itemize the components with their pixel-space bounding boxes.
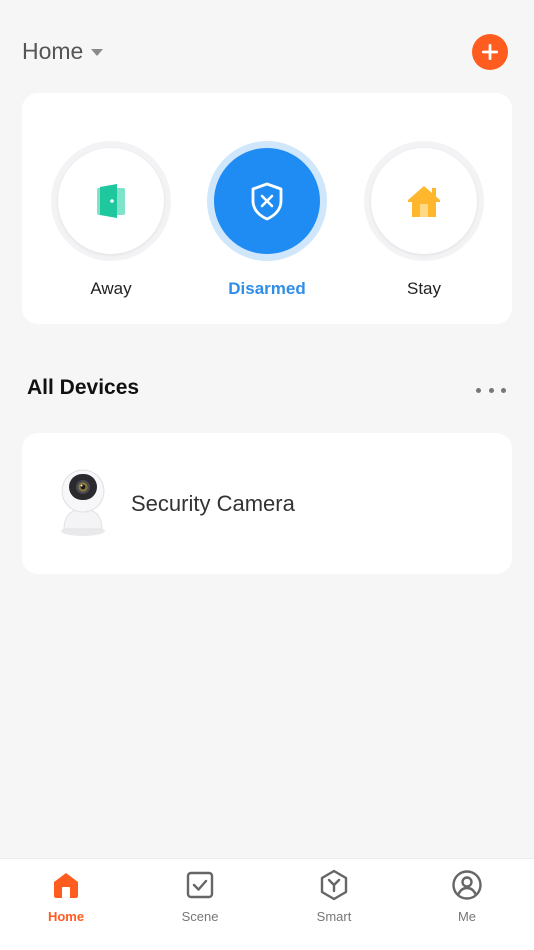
- home-title: Home: [22, 38, 84, 64]
- header: Home: [0, 0, 534, 90]
- tab-smart[interactable]: Smart: [284, 869, 384, 939]
- profile-icon: [452, 870, 482, 900]
- mode-disarmed-button[interactable]: [214, 148, 320, 254]
- mode-away[interactable]: Away: [51, 141, 171, 311]
- smart-cube-icon: [320, 869, 348, 901]
- home-selector[interactable]: Home: [22, 38, 104, 65]
- tab-bar: Home Scene Smart Me: [0, 858, 534, 950]
- house-icon: [408, 186, 440, 217]
- home-tab-icon-wrap: [50, 869, 82, 901]
- mode-stay-label: Stay: [406, 279, 442, 298]
- mode-disarmed-ring: [207, 141, 327, 261]
- mode-away-label: Away: [90, 279, 132, 298]
- mode-stay[interactable]: Stay: [364, 141, 484, 311]
- device-card[interactable]: Security Camera: [22, 433, 512, 574]
- tab-scene[interactable]: Scene: [150, 869, 250, 939]
- tab-home[interactable]: Home: [16, 869, 116, 939]
- caret-down-icon: [91, 49, 104, 56]
- mode-away-button[interactable]: [58, 148, 164, 254]
- tab-smart-label: Smart: [316, 909, 352, 924]
- plus-icon: [482, 44, 498, 60]
- smart-tab-icon-wrap: [318, 869, 350, 901]
- scene-checkbox-icon: [186, 871, 214, 899]
- home-screen: Home Away Disarmed Stay All Devices Secu…: [0, 0, 534, 950]
- mode-stay-button[interactable]: [371, 148, 477, 254]
- mode-away-ring: [51, 141, 171, 261]
- tab-me[interactable]: Me: [417, 869, 517, 939]
- security-mode-card: Away Disarmed Stay: [22, 93, 512, 324]
- device-name: Security Camera: [131, 491, 295, 516]
- section-title: All Devices: [27, 376, 140, 399]
- more-button[interactable]: [476, 380, 506, 400]
- more-dots-icon: [488, 387, 494, 393]
- more-dots-icon: [501, 387, 506, 393]
- scene-tab-icon-wrap: [184, 869, 216, 901]
- home-icon: [54, 873, 78, 898]
- tab-scene-label: Scene: [181, 909, 219, 924]
- tab-home-label: Home: [47, 909, 85, 924]
- mode-stay-ring: [364, 141, 484, 261]
- mode-disarmed[interactable]: Disarmed: [207, 141, 327, 311]
- security-camera-image: [61, 469, 105, 536]
- door-icon: [97, 184, 125, 218]
- tab-me-label: Me: [457, 909, 477, 924]
- shield-x-icon: [251, 182, 283, 221]
- add-button[interactable]: [472, 34, 508, 70]
- me-tab-icon-wrap: [451, 869, 483, 901]
- mode-disarmed-label: Disarmed: [228, 279, 306, 298]
- more-dots-icon: [476, 387, 481, 393]
